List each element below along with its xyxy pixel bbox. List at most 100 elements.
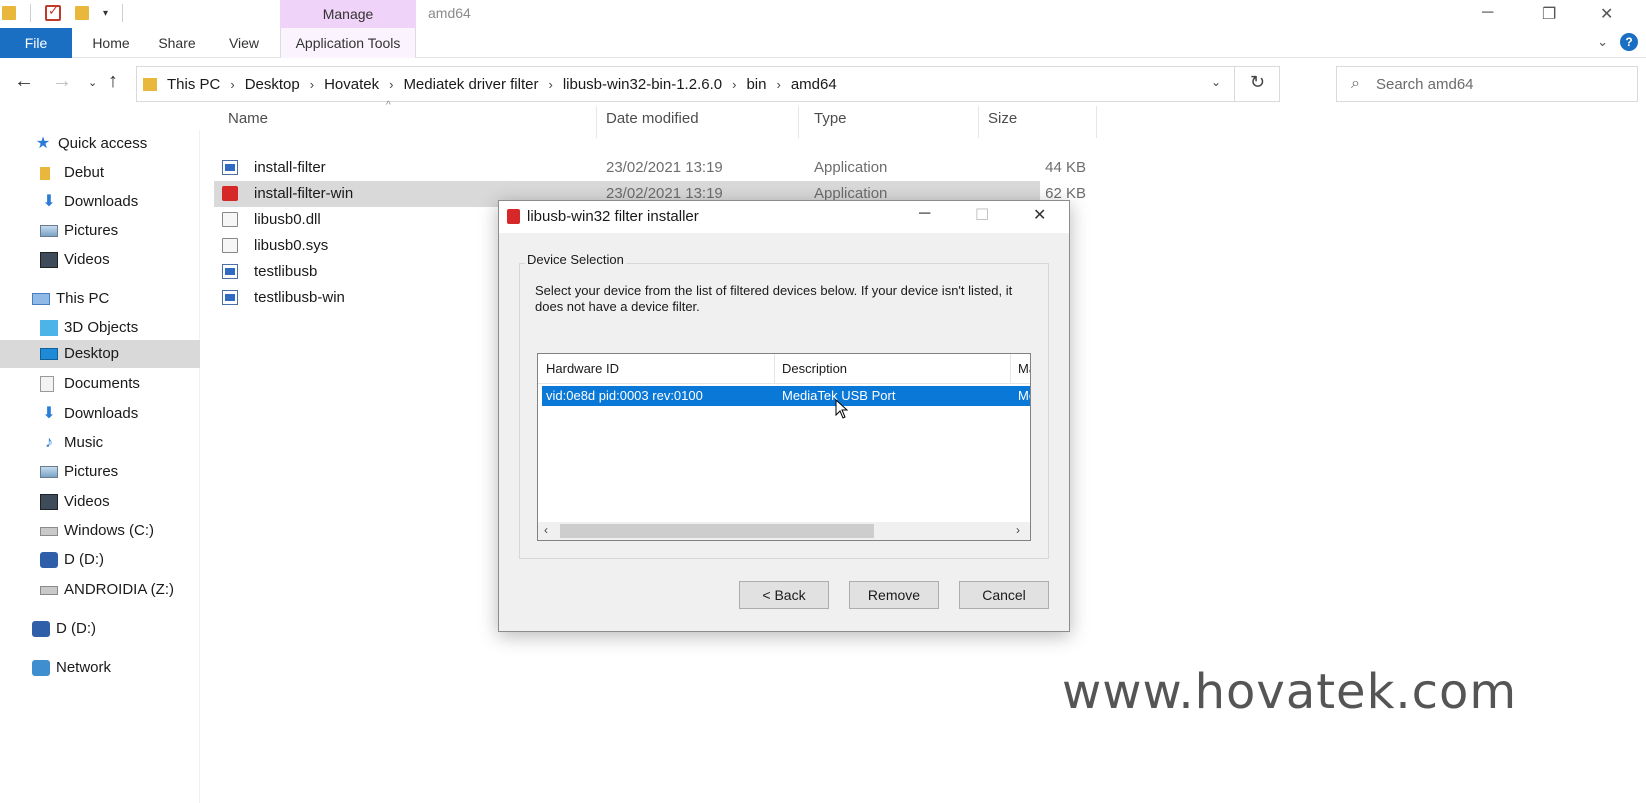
file-row[interactable]: install-filter 23/02/2021 13:19 Applicat… xyxy=(214,155,1086,181)
up-arrow-icon[interactable]: ↑ xyxy=(108,70,118,93)
tab-application-tools[interactable]: Application Tools xyxy=(280,28,416,58)
sidebar-item-debut[interactable]: Debut xyxy=(40,159,104,187)
column-divider[interactable] xyxy=(596,106,597,138)
tab-view[interactable]: View xyxy=(222,28,266,58)
column-header-size[interactable]: Size xyxy=(988,110,1017,136)
scroll-left-icon[interactable]: ‹ xyxy=(544,523,548,537)
breadcrumb-amd64[interactable]: amd64 xyxy=(791,76,837,93)
videos-icon xyxy=(40,252,58,268)
column-header-manufacturer[interactable]: Ma xyxy=(1018,361,1030,376)
sidebar-item-label: 3D Objects xyxy=(64,319,139,336)
forward-arrow-icon[interactable]: → xyxy=(52,70,72,93)
breadcrumb-libusb[interactable]: libusb-win32-bin-1.2.6.0 xyxy=(563,76,722,93)
file-row[interactable]: libusb0.sys xyxy=(214,233,494,259)
music-icon: ♪ xyxy=(45,434,53,451)
properties-icon[interactable] xyxy=(45,3,61,21)
sidebar-item-windows-c[interactable]: Windows (C:) xyxy=(40,517,154,545)
column-divider[interactable] xyxy=(1096,106,1097,138)
chevron-right-icon[interactable]: › xyxy=(389,77,393,92)
device-row[interactable]: vid:0e8d pid:0003 rev:0100 MediaTek USB … xyxy=(542,386,1030,406)
system-file-icon xyxy=(222,238,238,253)
minimize-button[interactable]: ─ xyxy=(1482,4,1493,22)
customize-toolbar-icon[interactable]: ▾ xyxy=(103,8,108,19)
column-header-name[interactable]: Name xyxy=(228,110,268,136)
expand-ribbon-icon[interactable]: ⌄ xyxy=(1597,34,1608,50)
tab-file[interactable]: File xyxy=(0,28,72,58)
device-list[interactable]: Hardware ID Description Ma vid:0e8d pid:… xyxy=(537,353,1031,541)
breadcrumb-hovatek[interactable]: Hovatek xyxy=(324,76,379,93)
column-header-description[interactable]: Description xyxy=(782,361,847,376)
breadcrumb-mediatek-driver-filter[interactable]: Mediatek driver filter xyxy=(403,76,538,93)
breadcrumb-bin[interactable]: bin xyxy=(746,76,766,93)
address-bar[interactable]: This PC › Desktop › Hovatek › Mediatek d… xyxy=(136,66,1280,102)
sidebar-item-downloads-2[interactable]: ⬇ Downloads xyxy=(40,400,138,428)
refresh-icon[interactable]: ↻ xyxy=(1250,72,1265,93)
chevron-right-icon[interactable]: › xyxy=(548,77,552,92)
back-button[interactable]: < Back xyxy=(739,581,829,609)
column-header-hardware-id[interactable]: Hardware ID xyxy=(546,361,619,376)
window-title: amd64 xyxy=(428,5,471,21)
dialog-close-button[interactable]: ✕ xyxy=(1033,205,1046,225)
application-icon xyxy=(222,290,238,305)
file-row[interactable]: testlibusb xyxy=(214,259,494,285)
address-history-icon[interactable]: ⌄ xyxy=(1211,75,1221,89)
tab-home[interactable]: Home xyxy=(86,28,136,58)
horizontal-scrollbar[interactable]: ‹ › xyxy=(538,522,1030,540)
dialog-minimize-button[interactable]: ─ xyxy=(919,205,930,223)
breadcrumb-this-pc[interactable]: This PC xyxy=(167,76,220,93)
column-header-type[interactable]: Type xyxy=(814,110,847,136)
chevron-right-icon[interactable]: › xyxy=(230,77,234,92)
sidebar-item-label: Downloads xyxy=(64,193,139,210)
close-button[interactable]: ✕ xyxy=(1600,4,1613,24)
cancel-button[interactable]: Cancel xyxy=(959,581,1049,609)
help-icon[interactable]: ? xyxy=(1620,33,1638,51)
file-name: install-filter-win xyxy=(254,185,354,202)
chevron-right-icon[interactable]: › xyxy=(776,77,780,92)
sidebar-item-d-drive[interactable]: D (D:) xyxy=(40,546,104,574)
tab-share[interactable]: Share xyxy=(152,28,202,58)
dialog-title-bar[interactable]: libusb-win32 filter installer ─ ☐ ✕ xyxy=(499,201,1069,233)
column-divider[interactable] xyxy=(774,354,775,384)
tab-manage[interactable]: Manage xyxy=(280,0,416,28)
column-divider[interactable] xyxy=(1010,354,1011,384)
file-row[interactable]: testlibusb-win xyxy=(214,285,494,311)
remove-button[interactable]: Remove xyxy=(849,581,939,609)
sidebar-item-label: Pictures xyxy=(64,222,119,239)
sidebar-item-network[interactable]: Network xyxy=(32,654,111,682)
chevron-right-icon[interactable]: › xyxy=(732,77,736,92)
search-input[interactable]: ⌕ Search amd64 xyxy=(1336,66,1638,102)
sidebar-item-d-drive-2[interactable]: D (D:) xyxy=(32,615,96,643)
search-icon: ⌕ xyxy=(1351,75,1360,92)
sidebar-item-pictures[interactable]: Pictures xyxy=(40,217,118,245)
sidebar-item-videos-2[interactable]: Videos xyxy=(40,488,110,516)
sidebar-item-androidia-z[interactable]: ANDROIDIA (Z:) xyxy=(40,576,174,604)
column-header-date-modified[interactable]: Date modified xyxy=(606,110,699,136)
recent-locations-icon[interactable]: ⌄ xyxy=(88,76,97,89)
new-folder-icon[interactable] xyxy=(75,6,89,20)
sidebar-item-videos[interactable]: Videos xyxy=(40,246,110,274)
sidebar-item-label: Videos xyxy=(64,251,110,268)
file-row[interactable]: libusb0.dll xyxy=(214,207,494,233)
sidebar-item-label: ANDROIDIA (Z:) xyxy=(64,581,175,598)
sidebar-item-downloads[interactable]: ⬇ Downloads xyxy=(40,188,138,216)
chevron-right-icon[interactable]: › xyxy=(310,77,314,92)
sidebar-item-label: D (D:) xyxy=(56,620,96,637)
sidebar-item-label: D (D:) xyxy=(64,551,104,568)
column-divider[interactable] xyxy=(798,106,799,138)
breadcrumb-desktop[interactable]: Desktop xyxy=(245,76,300,93)
sidebar-item-this-pc[interactable]: This PC xyxy=(32,285,109,313)
column-divider[interactable] xyxy=(978,106,979,138)
sidebar-item-label: Pictures xyxy=(64,463,119,480)
scroll-right-icon[interactable]: › xyxy=(1016,523,1020,537)
file-name: libusb0.sys xyxy=(254,237,329,254)
sidebar-item-desktop[interactable]: Desktop xyxy=(0,340,200,368)
sidebar-item-documents[interactable]: Documents xyxy=(40,370,140,398)
sidebar-item-pictures-2[interactable]: Pictures xyxy=(40,458,118,486)
scrollbar-thumb[interactable] xyxy=(560,524,874,538)
sidebar-item-quick-access[interactable]: ★ Quick access xyxy=(34,130,147,158)
sidebar-item-music[interactable]: ♪ Music xyxy=(40,429,103,457)
maximize-button[interactable]: ❐ xyxy=(1542,4,1556,24)
sidebar-item-3d-objects[interactable]: 3D Objects xyxy=(40,314,138,342)
back-arrow-icon[interactable]: ← xyxy=(14,70,34,93)
star-icon: ★ xyxy=(35,135,51,152)
